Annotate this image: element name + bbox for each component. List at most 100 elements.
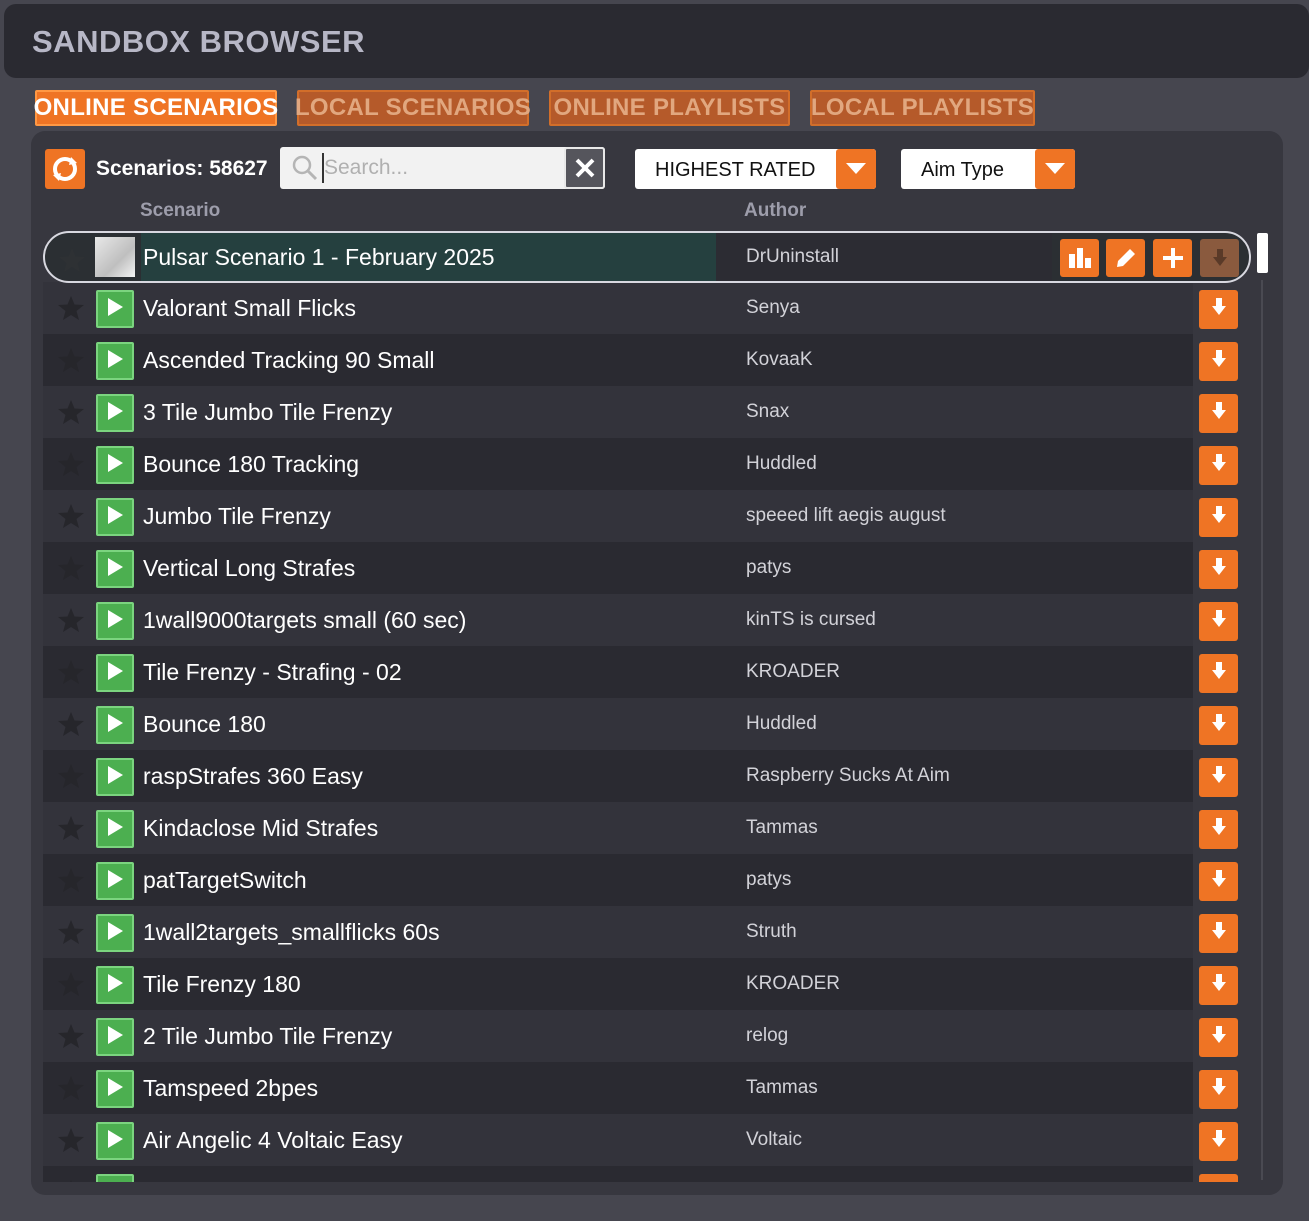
download-button[interactable]	[1199, 394, 1238, 433]
table-row[interactable]: patTargetSwitch patys	[43, 854, 1193, 906]
table-row[interactable]: 3 Tile Jumbo Tile Frenzy Snax	[43, 386, 1193, 438]
download-icon	[1209, 1180, 1229, 1182]
play-icon	[106, 609, 124, 634]
star-icon[interactable]	[57, 1127, 85, 1158]
star-icon[interactable]	[58, 247, 86, 273]
download-button[interactable]	[1199, 862, 1238, 901]
play-button[interactable]	[96, 550, 134, 588]
star-icon[interactable]	[57, 607, 85, 638]
table-row[interactable]: Jumbo Tile Frenzy speeed lift aegis augus…	[43, 490, 1193, 542]
tab-local-scenarios[interactable]: LOCAL SCENARIOS	[295, 90, 531, 126]
title-bar: SANDBOX BROWSER	[4, 4, 1309, 78]
table-row[interactable]: 2 Tile Jumbo Tile Frenzy relog	[43, 1010, 1193, 1062]
download-button[interactable]	[1199, 1174, 1238, 1182]
play-button[interactable]	[96, 498, 134, 536]
star-icon[interactable]	[57, 919, 85, 950]
download-button[interactable]	[1199, 810, 1238, 849]
star-icon[interactable]	[57, 1179, 85, 1182]
edit-button[interactable]	[1106, 239, 1145, 277]
star-icon[interactable]	[57, 1023, 85, 1054]
play-button[interactable]	[96, 862, 134, 900]
download-button[interactable]	[1199, 914, 1238, 953]
add-to-playlist-button[interactable]	[1153, 239, 1192, 277]
star-icon[interactable]	[57, 451, 85, 482]
close-icon	[575, 158, 594, 178]
scenario-author: Raspberry Sucks At Aim	[746, 765, 950, 786]
star-icon[interactable]	[57, 971, 85, 1002]
tab-online-scenarios[interactable]: ONLINE SCENARIOS	[34, 90, 278, 126]
download-button[interactable]	[1199, 706, 1238, 745]
play-button[interactable]	[96, 602, 134, 640]
column-header-author[interactable]: Author	[744, 200, 806, 222]
download-button[interactable]	[1199, 1018, 1238, 1057]
table-row[interactable]: Air Angelic 4 Voltaic Easy Voltaic	[43, 1114, 1193, 1166]
table-row[interactable]: Valorant Small Flicks Senya	[43, 282, 1193, 334]
play-button[interactable]	[96, 810, 134, 848]
clear-search-button[interactable]	[564, 147, 605, 189]
table-row[interactable]: raspStrafes 360 Easy Raspberry Sucks At A…	[43, 750, 1193, 802]
star-icon[interactable]	[57, 295, 85, 326]
download-button[interactable]	[1199, 1122, 1238, 1161]
download-button[interactable]	[1199, 1070, 1238, 1109]
scrollbar-track[interactable]	[1261, 280, 1263, 1180]
sort-dropdown[interactable]: HIGHEST RATED	[635, 149, 876, 189]
star-icon[interactable]	[57, 763, 85, 794]
star-icon[interactable]	[57, 711, 85, 742]
table-row[interactable]: Tamspeed 2bpes Tammas	[43, 1062, 1193, 1114]
star-icon[interactable]	[57, 399, 85, 430]
star-icon[interactable]	[57, 347, 85, 378]
download-button[interactable]	[1199, 602, 1238, 641]
aim-type-dropdown[interactable]: Aim Type	[901, 149, 1075, 189]
star-icon[interactable]	[57, 503, 85, 534]
play-button[interactable]	[96, 342, 134, 380]
tab-local-playlists[interactable]: LOCAL PLAYLISTS	[810, 90, 1035, 126]
play-button[interactable]	[96, 654, 134, 692]
play-button[interactable]	[96, 394, 134, 432]
table-row[interactable]: 1wall9000targets small (60 sec) kinTS is …	[43, 594, 1193, 646]
download-button[interactable]	[1199, 342, 1238, 381]
column-header-scenario[interactable]: Scenario	[140, 200, 220, 222]
table-row[interactable]: Bounce 180 Tracking Huddled	[43, 438, 1193, 490]
leaderboard-button[interactable]	[1060, 239, 1099, 277]
play-button[interactable]	[96, 758, 134, 796]
download-button[interactable]	[1199, 550, 1238, 589]
play-button[interactable]	[96, 1122, 134, 1160]
tab-online-playlists[interactable]: ONLINE PLAYLISTS	[549, 90, 790, 126]
scrollbar-thumb[interactable]	[1257, 233, 1268, 273]
scenario-author: kinTS is cursed	[746, 609, 876, 630]
play-button[interactable]	[96, 706, 134, 744]
download-button[interactable]	[1199, 654, 1238, 693]
star-icon[interactable]	[57, 555, 85, 586]
table-row[interactable]: Bounce 180 Huddled	[43, 698, 1193, 750]
download-button[interactable]	[1199, 290, 1238, 329]
table-row[interactable]: Ascended Tracking 90 Small KovaaK	[43, 334, 1193, 386]
play-button[interactable]	[96, 446, 134, 484]
table-row[interactable]: Tile Frenzy 180 KROADER	[43, 958, 1193, 1010]
selected-row[interactable]: Pulsar Scenario 1 - February 2025 DrUnin…	[43, 231, 1251, 283]
table-row[interactable]	[43, 1166, 1193, 1182]
sort-value: HIGHEST RATED	[655, 159, 816, 181]
search-input[interactable]	[322, 153, 562, 183]
table-row[interactable]: Kindaclose Mid Strafes Tammas	[43, 802, 1193, 854]
download-button[interactable]	[1199, 966, 1238, 1005]
play-button[interactable]	[96, 1174, 134, 1182]
play-button[interactable]	[96, 290, 134, 328]
download-button[interactable]	[1199, 498, 1238, 537]
download-button[interactable]	[1199, 446, 1238, 485]
table-row[interactable]: 1wall2targets_smallflicks 60s Struth	[43, 906, 1193, 958]
download-icon	[1209, 920, 1229, 947]
play-button[interactable]	[96, 914, 134, 952]
download-button[interactable]	[1200, 239, 1239, 277]
play-button[interactable]	[96, 966, 134, 1004]
play-button[interactable]	[96, 1070, 134, 1108]
table-row[interactable]: Vertical Long Strafes patys	[43, 542, 1193, 594]
star-icon[interactable]	[57, 867, 85, 898]
star-icon[interactable]	[57, 659, 85, 690]
star-icon[interactable]	[57, 815, 85, 846]
table-row[interactable]: Tile Frenzy - Strafing - 02 KROADER	[43, 646, 1193, 698]
play-button[interactable]	[96, 1018, 134, 1056]
download-button[interactable]	[1199, 758, 1238, 797]
refresh-button[interactable]	[45, 149, 85, 189]
download-icon	[1209, 712, 1229, 739]
star-icon[interactable]	[57, 1075, 85, 1106]
